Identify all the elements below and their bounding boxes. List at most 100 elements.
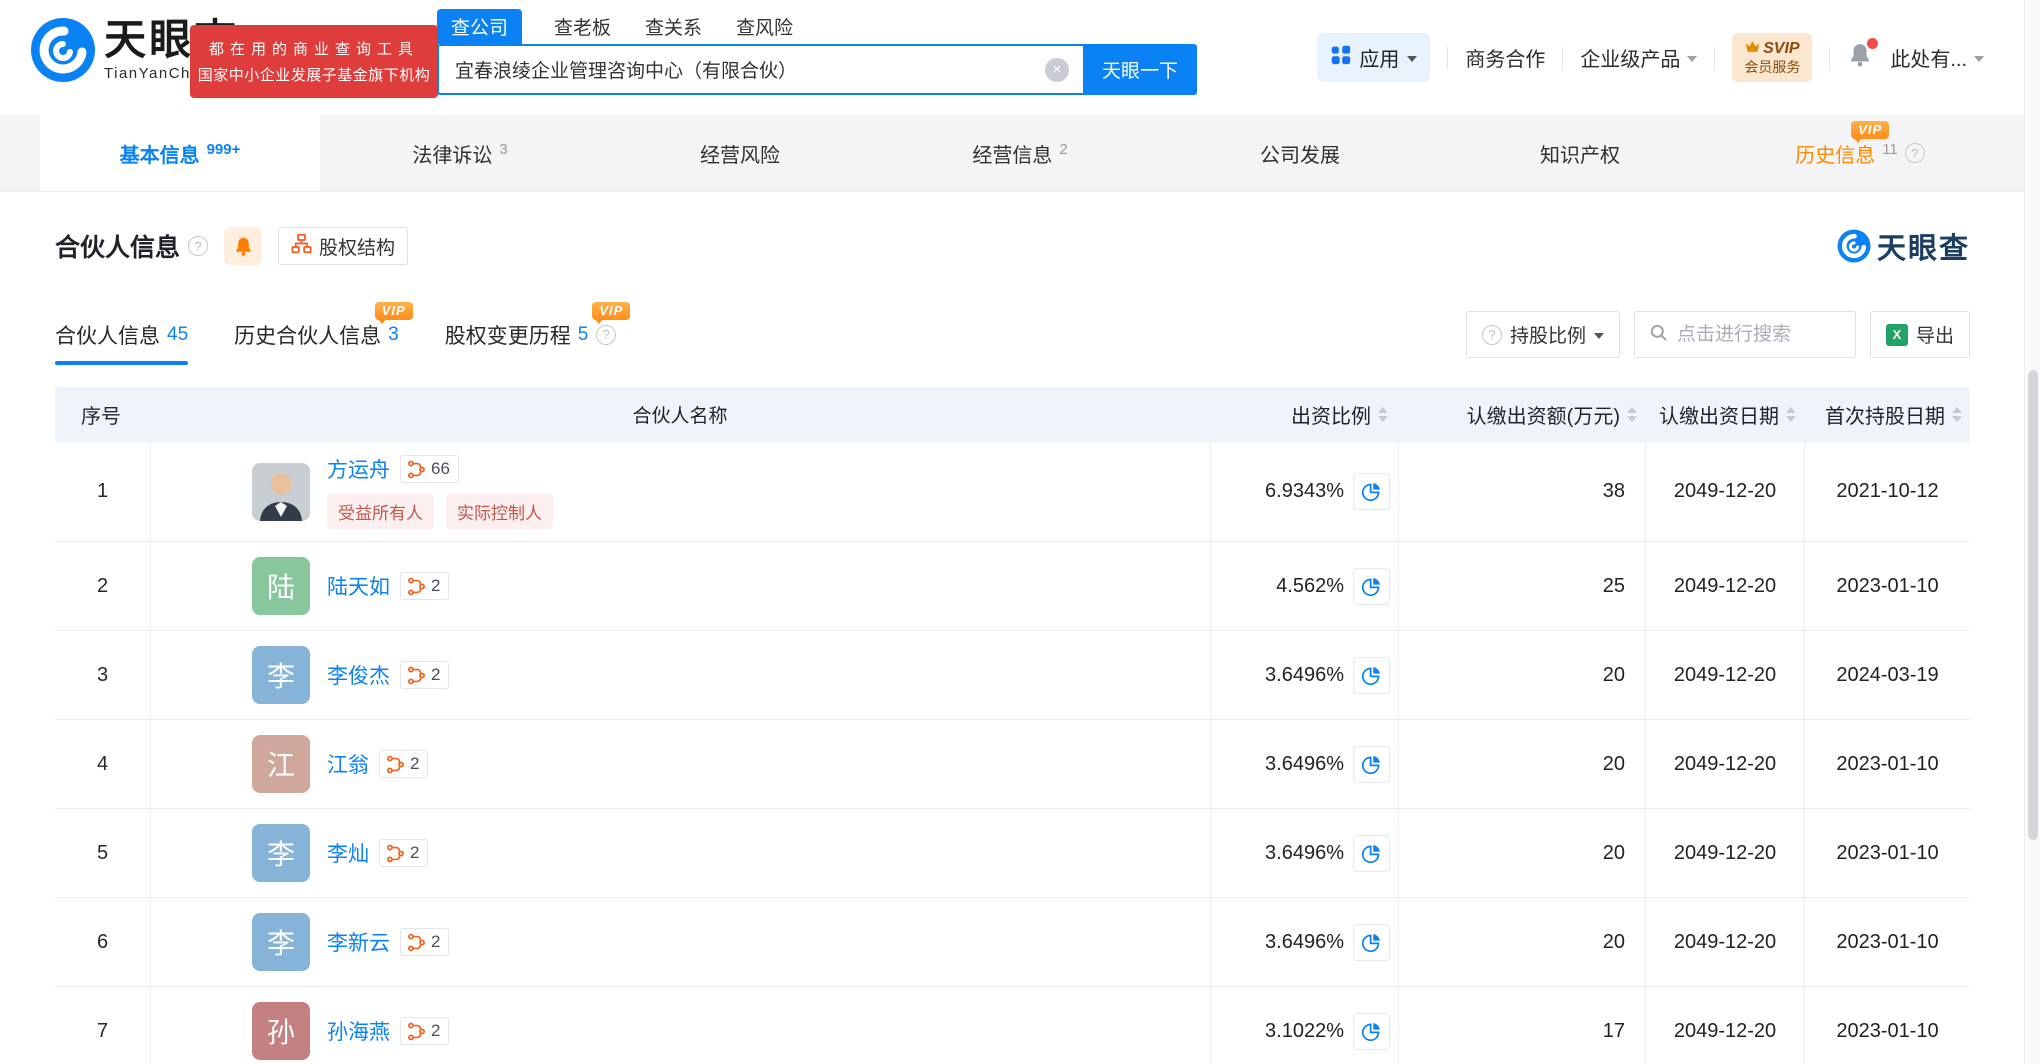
user-menu[interactable]: 此处有... <box>1890 43 1984 72</box>
header-first-holding-date[interactable]: 首次持股日期 <box>1804 387 1970 442</box>
tab-intellectual-property[interactable]: 知识产权 <box>1440 115 1720 191</box>
table-search-box[interactable] <box>1633 311 1856 358</box>
monitor-bell-button[interactable] <box>224 227 263 265</box>
sort-icon[interactable] <box>1786 407 1796 422</box>
equity-structure-button[interactable]: 股权结构 <box>278 227 409 265</box>
relation-graph-badge[interactable]: 2 <box>379 750 429 778</box>
apps-menu-button[interactable]: 应用 <box>1317 33 1431 82</box>
partner-initial-avatar[interactable]: 陆 <box>252 557 310 615</box>
amount-value: 20 <box>1398 631 1645 719</box>
pie-chart-icon <box>1361 483 1380 502</box>
subtab-partners[interactable]: 合伙人信息 45 <box>55 320 189 365</box>
help-icon[interactable] <box>188 236 209 256</box>
shareholding-ratio-filter[interactable]: 持股比例 <box>1465 311 1620 358</box>
tab-operating-risk[interactable]: 经营风险 <box>600 115 880 191</box>
business-cooperation-link[interactable]: 商务合作 <box>1465 43 1545 72</box>
partner-initial-avatar[interactable]: 孙 <box>252 1002 310 1060</box>
pie-chart-icon <box>1361 666 1380 685</box>
help-icon[interactable] <box>1904 143 1925 163</box>
partners-section: 合伙人信息 股权结构 <box>0 192 2040 1064</box>
tab-count: 11 <box>1882 140 1898 158</box>
table-search-input[interactable] <box>1676 323 1837 346</box>
partner-initial-avatar[interactable]: 李 <box>252 913 310 971</box>
table-row: 3 李 李俊杰 2 3.6496% 20 2049-12-20 2024-03-… <box>55 631 1970 720</box>
page-scrollbar[interactable] <box>2024 0 2040 1064</box>
tab-operating-info[interactable]: 经营信息 2 <box>880 115 1160 191</box>
tab-label: 经营信息 <box>972 144 1053 167</box>
graph-icon <box>408 666 425 684</box>
chevron-down-icon <box>1407 56 1418 62</box>
relation-graph-badge[interactable]: 2 <box>400 572 450 600</box>
chevron-down-icon <box>1593 333 1604 339</box>
header-ratio[interactable]: 出资比例 <box>1210 387 1398 442</box>
export-button[interactable]: 导出 <box>1869 311 1970 358</box>
partner-name-link[interactable]: 陆天如 <box>327 571 390 601</box>
ratio-value: 6.9343% <box>1265 480 1344 502</box>
pie-chart-icon <box>1361 755 1380 774</box>
shareholding-pie-button[interactable] <box>1353 567 1390 605</box>
ratio-value: 3.1022% <box>1265 1019 1344 1042</box>
partner-initial-avatar[interactable]: 江 <box>252 735 310 793</box>
subtab-history-partners[interactable]: 历史合伙人信息 3 VIP <box>234 301 413 350</box>
partner-name-link[interactable]: 李新云 <box>327 927 390 957</box>
partner-photo-avatar[interactable] <box>252 462 310 521</box>
enterprise-products-label: 企业级产品 <box>1580 49 1681 71</box>
help-icon[interactable] <box>596 324 617 345</box>
tab-legal-proceedings[interactable]: 法律诉讼 3 <box>320 115 600 191</box>
search-tab-risk[interactable]: 查风险 <box>734 9 795 44</box>
enterprise-products-link[interactable]: 企业级产品 <box>1580 43 1698 72</box>
relation-graph-badge[interactable]: 2 <box>379 839 429 867</box>
amount-value: 20 <box>1398 898 1645 986</box>
tab-history-info[interactable]: 历史信息 VIP 11 <box>1720 115 2000 191</box>
notifications-bell-icon[interactable] <box>1847 38 1879 73</box>
tab-company-development[interactable]: 公司发展 <box>1160 115 1440 191</box>
tab-basic-info[interactable]: 基本信息 999+ <box>40 115 320 191</box>
shareholding-pie-button[interactable] <box>1353 923 1390 961</box>
table-row: 1 方运舟 66 受益所有人 实际控制人 6.9343% 38 2049-12-… <box>55 442 1970 542</box>
relation-graph-badge[interactable]: 2 <box>400 1017 450 1045</box>
header-subscription-date[interactable]: 认缴出资日期 <box>1645 387 1804 442</box>
shareholding-pie-button[interactable] <box>1353 473 1390 510</box>
shareholding-pie-button[interactable] <box>1353 834 1390 872</box>
partner-name-link[interactable]: 江翁 <box>327 749 369 779</box>
search-tab-relation[interactable]: 查关系 <box>643 9 704 44</box>
partner-name-link[interactable]: 李灿 <box>327 838 369 868</box>
scrollbar-thumb[interactable] <box>2028 370 2038 840</box>
actual-controller-tag: 实际控制人 <box>446 494 553 529</box>
relation-count: 2 <box>431 576 441 595</box>
vip-badge: VIP <box>592 301 631 324</box>
relation-graph-badge[interactable]: 66 <box>400 455 459 483</box>
sort-icon[interactable] <box>1378 407 1388 422</box>
first-holding-date: 2023-01-10 <box>1804 720 1970 808</box>
subtab-label: 历史合伙人信息 <box>234 324 382 348</box>
clear-search-icon[interactable]: × <box>1045 58 1069 82</box>
amount-value: 25 <box>1398 542 1645 630</box>
row-index: 2 <box>96 574 109 597</box>
shareholding-pie-button[interactable] <box>1353 745 1390 783</box>
top-right-nav: 应用 商务合作 企业级产品 SVIP 会员服务 此处有... <box>1317 0 1984 115</box>
partner-name-link[interactable]: 孙海燕 <box>327 1016 390 1046</box>
partner-initial-avatar[interactable]: 李 <box>252 824 310 882</box>
partner-name-link[interactable]: 李俊杰 <box>327 660 390 690</box>
svip-member-button[interactable]: SVIP 会员服务 <box>1732 32 1813 83</box>
sort-icon[interactable] <box>1627 407 1637 422</box>
company-search-input[interactable] <box>437 44 1083 95</box>
subtab-equity-change-history[interactable]: 股权变更历程 5 VIP <box>445 301 631 350</box>
subtab-label: 合伙人信息 <box>55 324 160 348</box>
chevron-down-icon <box>1974 56 1984 62</box>
shareholding-pie-button[interactable] <box>1353 656 1390 694</box>
shareholding-pie-button[interactable] <box>1353 1012 1390 1050</box>
subscription-date: 2049-12-20 <box>1645 631 1804 719</box>
partner-name-link[interactable]: 方运舟 <box>327 454 390 484</box>
relation-graph-badge[interactable]: 2 <box>400 928 450 956</box>
sort-icon[interactable] <box>1952 407 1962 422</box>
relation-graph-badge[interactable]: 2 <box>400 661 450 689</box>
divider <box>1829 46 1831 69</box>
svip-label: SVIP <box>1763 39 1800 57</box>
search-tab-boss[interactable]: 查老板 <box>552 9 613 44</box>
divider <box>1447 46 1449 69</box>
search-button[interactable]: 天眼一下 <box>1083 44 1197 95</box>
search-tab-company[interactable]: 查公司 <box>437 9 523 44</box>
header-amount[interactable]: 认缴出资额(万元) <box>1398 387 1645 442</box>
partner-initial-avatar[interactable]: 李 <box>252 646 310 704</box>
